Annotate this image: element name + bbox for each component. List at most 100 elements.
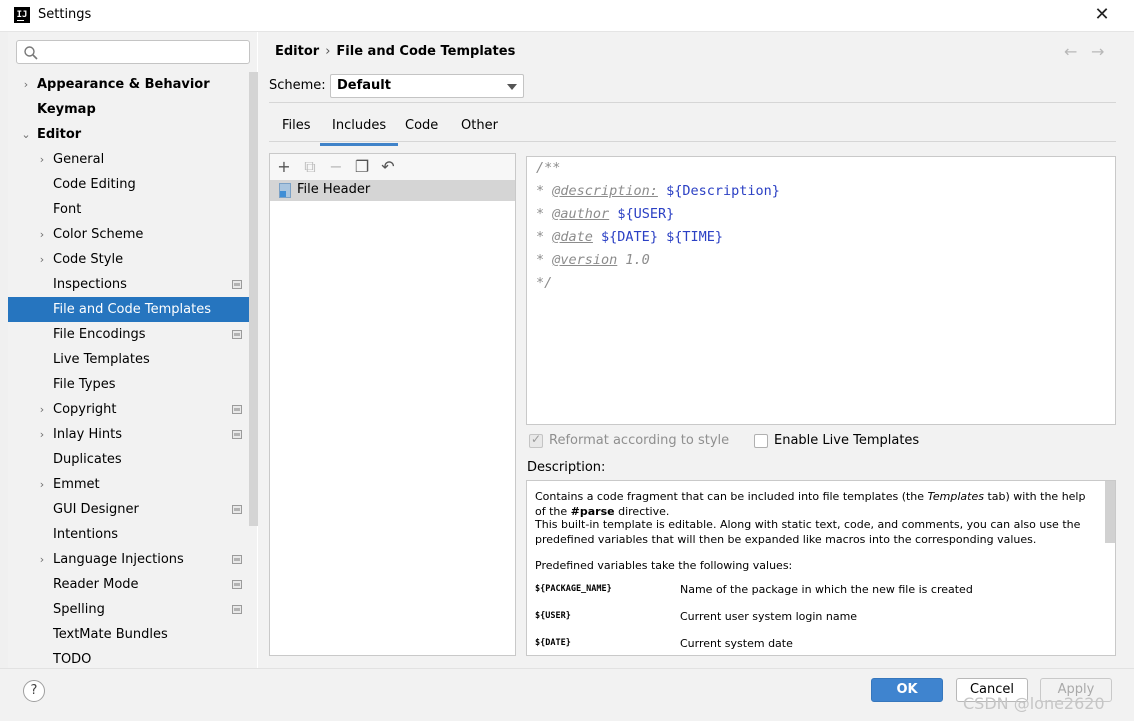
sidebar-item-general[interactable]: › General xyxy=(8,147,257,172)
sidebar-item-label: Keymap xyxy=(37,102,96,117)
comment-text: * xyxy=(536,252,553,268)
sidebar-item-color-scheme[interactable]: › Color Scheme xyxy=(8,222,257,247)
reset-icon[interactable]: ↶ xyxy=(377,156,399,178)
chevron-down-icon[interactable]: ⌄ xyxy=(20,122,32,147)
chevron-right-icon[interactable]: › xyxy=(36,422,48,447)
comment-text xyxy=(593,229,601,245)
scheme-label: Scheme: xyxy=(269,78,326,93)
search-input[interactable] xyxy=(16,40,250,64)
sidebar-item-gui-designer[interactable]: GUI Designer xyxy=(8,497,257,522)
chevron-right-icon[interactable]: › xyxy=(36,247,48,272)
project-level-icon xyxy=(232,330,242,339)
project-level-icon xyxy=(232,505,242,514)
sidebar-item-label: TextMate Bundles xyxy=(53,627,168,642)
description-paragraph-2: This built-in template is editable. Alon… xyxy=(535,518,1081,546)
sidebar-item-label: Emmet xyxy=(53,477,100,492)
sidebar-item-textmate-bundles[interactable]: TextMate Bundles xyxy=(8,622,257,647)
sidebar-item-label: Intentions xyxy=(53,527,119,542)
project-level-icon xyxy=(232,580,242,589)
sidebar-item-live-templates[interactable]: Live Templates xyxy=(8,347,257,372)
remove-icon[interactable]: − xyxy=(325,156,347,178)
sidebar-item-spelling[interactable]: Spelling xyxy=(8,597,257,622)
template-list-item[interactable]: File Header xyxy=(270,180,515,201)
variable-description: Current system date xyxy=(680,637,793,650)
project-level-icon xyxy=(232,555,242,564)
sidebar-item-file-and-code-templates[interactable]: File and Code Templates xyxy=(8,297,257,322)
sidebar-item-reader-mode[interactable]: Reader Mode xyxy=(8,572,257,597)
watermark: CSDN @lone2620 xyxy=(963,694,1105,713)
template-variable: ${TIME} xyxy=(666,229,723,245)
sidebar-item-inspections[interactable]: Inspections xyxy=(8,272,257,297)
sidebar-item-file-types[interactable]: File Types xyxy=(8,372,257,397)
java-file-icon xyxy=(279,183,291,198)
help-icon[interactable]: ? xyxy=(23,680,45,702)
sidebar-item-label: File Types xyxy=(53,377,116,392)
copy-icon[interactable]: ❐ xyxy=(351,156,373,178)
tab-includes[interactable]: Includes xyxy=(319,118,399,146)
sidebar-scrollbar[interactable] xyxy=(249,72,258,526)
sidebar-item-code-editing[interactable]: Code Editing xyxy=(8,172,257,197)
sidebar-item-font[interactable]: Font xyxy=(8,197,257,222)
close-icon[interactable]: ✕ xyxy=(1088,2,1116,28)
chevron-right-icon[interactable]: › xyxy=(36,547,48,572)
tab-files[interactable]: Files xyxy=(282,118,311,142)
breadcrumb: Editor › File and Code Templates xyxy=(275,44,515,59)
sidebar-item-appearance-behavior[interactable]: › Appearance & Behavior xyxy=(8,72,257,97)
sidebar-item-inlay-hints[interactable]: › Inlay Hints xyxy=(8,422,257,447)
sidebar-item-file-encodings[interactable]: File Encodings xyxy=(8,322,257,347)
sidebar-item-code-style[interactable]: › Code Style xyxy=(8,247,257,272)
sidebar-item-emmet[interactable]: › Emmet xyxy=(8,472,257,497)
description-panel: Contains a code fragment that can be inc… xyxy=(526,480,1116,656)
breadcrumb-parent[interactable]: Editor xyxy=(275,44,319,59)
comment-text xyxy=(658,229,666,245)
sidebar-item-language-injections[interactable]: › Language Injections xyxy=(8,547,257,572)
list-toolbar: + ⧉ − ❐ ↶ xyxy=(270,154,515,180)
create-child-icon[interactable]: ⧉ xyxy=(299,156,321,178)
template-name: File Header xyxy=(297,182,371,197)
chevron-right-icon[interactable]: › xyxy=(36,397,48,422)
javadoc-tag: @date xyxy=(552,229,593,245)
code-line: * @date ${DATE} ${TIME} xyxy=(536,229,723,245)
search-icon xyxy=(24,46,38,60)
comment-text: */ xyxy=(536,275,553,291)
sidebar-item-label: Reader Mode xyxy=(53,577,139,592)
add-icon[interactable]: + xyxy=(273,156,295,178)
reformat-checkbox[interactable] xyxy=(529,432,543,448)
tab-other[interactable]: Other xyxy=(461,118,498,142)
javadoc-tag: @version xyxy=(552,252,618,268)
sidebar-item-label: GUI Designer xyxy=(53,502,139,517)
sidebar-item-label: Live Templates xyxy=(53,352,150,367)
sidebar-item-duplicates[interactable]: Duplicates xyxy=(8,447,257,472)
sidebar-item-copyright[interactable]: › Copyright xyxy=(8,397,257,422)
comment-text xyxy=(658,183,666,199)
code-line: * @version 1.0 xyxy=(536,252,650,268)
breadcrumb-current: File and Code Templates xyxy=(336,44,516,59)
code-line: /** xyxy=(536,160,560,176)
description-scrollbar[interactable] xyxy=(1105,481,1115,543)
chevron-right-icon[interactable]: › xyxy=(36,147,48,172)
sidebar-item-label: Copyright xyxy=(53,402,117,417)
back-arrow-icon[interactable]: ← xyxy=(1064,42,1077,61)
sidebar-item-editor[interactable]: ⌄ Editor xyxy=(8,122,257,147)
comment-text: /** xyxy=(536,160,561,176)
template-code-editor[interactable]: /** * @description: ${Description} * @auth… xyxy=(526,156,1116,425)
code-line: * @description: ${Description} xyxy=(536,183,780,199)
forward-arrow-icon[interactable]: → xyxy=(1091,42,1104,61)
window-title: Settings xyxy=(38,7,92,22)
ok-button[interactable]: OK xyxy=(871,678,943,702)
chevron-right-icon[interactable]: › xyxy=(20,72,32,97)
tab-code[interactable]: Code xyxy=(405,118,438,142)
chevron-right-icon[interactable]: › xyxy=(36,222,48,247)
sidebar-item-intentions[interactable]: Intentions xyxy=(8,522,257,547)
code-line: */ xyxy=(536,275,552,291)
code-line: * @author ${USER} xyxy=(536,206,674,222)
sidebar-item-label: File and Code Templates xyxy=(53,302,211,317)
sidebar-item-label: Editor xyxy=(37,127,82,142)
left-edge xyxy=(0,32,8,721)
scheme-dropdown[interactable]: Default xyxy=(330,74,524,98)
intellij-app-icon: IJ xyxy=(14,7,30,23)
sidebar-item-keymap[interactable]: Keymap xyxy=(8,97,257,122)
chevron-right-icon[interactable]: › xyxy=(36,472,48,497)
sidebar-item-label: Inlay Hints xyxy=(53,427,122,442)
live-templates-checkbox[interactable] xyxy=(754,434,768,448)
